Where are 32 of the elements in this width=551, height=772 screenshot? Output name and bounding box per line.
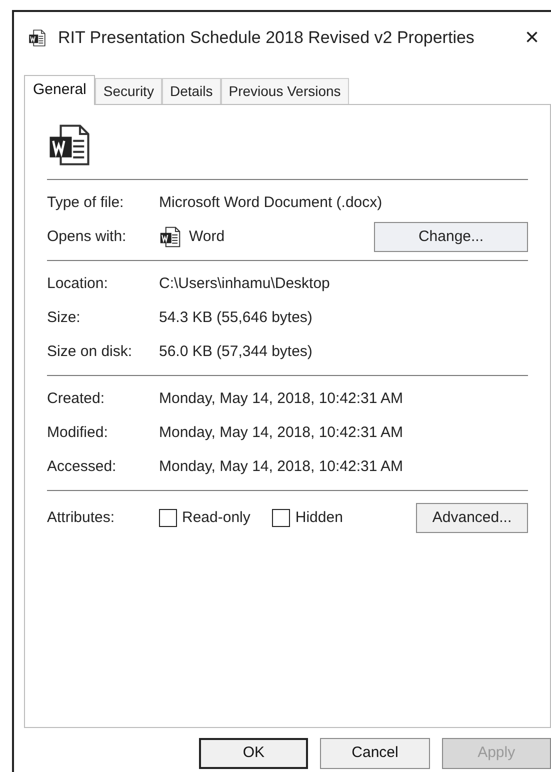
field-label: Size: bbox=[47, 308, 82, 328]
word-app-icon bbox=[159, 226, 181, 248]
field-label: Type of file: bbox=[47, 192, 125, 213]
field-label: Created: bbox=[47, 388, 106, 409]
dialog-button[interactable]: OK bbox=[199, 738, 308, 769]
field-value: Monday, May 14, 2018, 10:42:31 AM bbox=[159, 388, 404, 409]
window-title: RIT Presentation Schedule 2018 Revised v2 Properties bbox=[58, 27, 476, 50]
field-label: Location: bbox=[47, 274, 109, 294]
change-button[interactable]: Change... bbox=[374, 222, 528, 252]
app-name: Word bbox=[189, 226, 226, 247]
field-value: C:\Users\inhamu\Desktop bbox=[159, 274, 330, 294]
field-value: 54.3 KB (55,646 bytes) bbox=[159, 308, 312, 328]
tab[interactable]: General bbox=[24, 75, 96, 105]
field-label: Opens with: bbox=[47, 226, 128, 247]
tab[interactable]: Previous Versions bbox=[220, 78, 349, 104]
advanced-button[interactable]: Advanced... bbox=[416, 503, 528, 533]
document-icon bbox=[28, 29, 46, 47]
tab[interactable]: Details bbox=[162, 78, 221, 104]
field-label: Accessed: bbox=[47, 456, 118, 477]
field-label: Attributes: bbox=[47, 508, 116, 528]
tab[interactable]: Security bbox=[95, 78, 162, 104]
dialog-button[interactable]: Cancel bbox=[320, 738, 430, 769]
word-document-icon bbox=[47, 123, 91, 167]
field-value: Microsoft Word Document (.docx) bbox=[159, 192, 382, 213]
field-label: Modified: bbox=[47, 422, 109, 443]
checkbox[interactable]: Read-only bbox=[159, 506, 250, 530]
field-value: Monday, May 14, 2018, 10:42:31 AM bbox=[159, 422, 404, 443]
close-button[interactable]: × bbox=[520, 26, 543, 50]
field-value: Monday, May 14, 2018, 10:42:31 AM bbox=[159, 456, 404, 477]
field-label: Size on disk: bbox=[47, 342, 134, 362]
field-value: 56.0 KB (57,344 bytes) bbox=[159, 342, 312, 362]
checkbox[interactable]: Hidden bbox=[272, 506, 343, 530]
